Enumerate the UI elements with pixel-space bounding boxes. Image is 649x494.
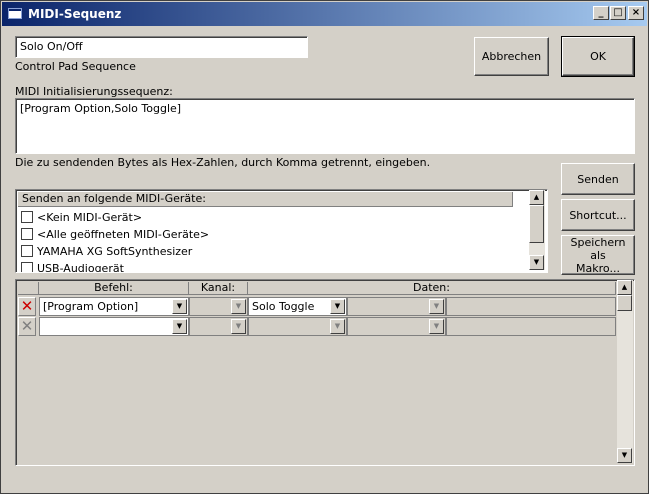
row-delete-icon[interactable]: ✕ <box>18 297 36 316</box>
chevron-down-icon: ▼ <box>429 299 444 314</box>
shortcut-button[interactable]: Shortcut... <box>561 199 635 231</box>
device-checkbox[interactable] <box>21 211 33 223</box>
init-sequence-label: MIDI Initialisierungssequenz: <box>15 85 173 98</box>
device-checkbox[interactable] <box>21 228 33 240</box>
device-list-header: Senden an folgende MIDI-Geräte: <box>18 192 513 207</box>
device-label: <Kein MIDI-Gerät> <box>37 211 143 224</box>
hex-hint-text: Die zu sendenden Bytes als Hex-Zahlen, d… <box>15 156 431 169</box>
minimize-button[interactable]: _ <box>593 6 609 20</box>
sequence-name-value: Solo On/Off <box>20 40 83 53</box>
chevron-down-icon[interactable]: ▼ <box>172 299 187 314</box>
chevron-down-icon[interactable]: ▼ <box>330 299 345 314</box>
chevron-down-icon: ▼ <box>231 319 246 334</box>
scroll-up-arrow-icon[interactable]: ▲ <box>617 280 632 295</box>
cancel-button[interactable]: Abbrechen <box>474 37 549 76</box>
close-button[interactable]: × <box>628 6 644 20</box>
column-header-command[interactable]: Befehl: <box>39 282 189 295</box>
save-as-macro-label-line2: Makro... <box>576 261 620 275</box>
window-icon <box>8 8 22 19</box>
chevron-down-icon: ▼ <box>429 319 444 334</box>
channel-dropdown: ▼ <box>189 297 248 316</box>
data-value-1: Solo Toggle <box>252 300 315 313</box>
save-as-macro-button[interactable]: Speichern als Makro... <box>561 235 635 275</box>
data-dropdown-1: ▼ <box>248 317 347 336</box>
column-header-channel[interactable]: Kanal: <box>189 282 248 295</box>
data-dropdown-2: ▼ <box>347 317 446 336</box>
title-bar[interactable]: MIDI-Sequenz _ □ × <box>2 2 647 26</box>
data-field-3 <box>446 317 616 336</box>
command-grid[interactable]: Befehl: Kanal: Daten: ✕ [Program Option]… <box>15 279 635 466</box>
grid-corner-header <box>18 282 39 295</box>
scroll-down-arrow-icon[interactable]: ▼ <box>529 255 544 270</box>
midi-device-list[interactable]: Senden an folgende MIDI-Geräte: <Kein MI… <box>15 189 548 273</box>
data-field-3 <box>446 297 616 316</box>
chevron-down-icon: ▼ <box>330 319 345 334</box>
device-item-yamaha[interactable]: YAMAHA XG SoftSynthesizer <box>21 245 192 261</box>
column-header-data[interactable]: Daten: <box>248 282 616 295</box>
command-dropdown[interactable]: [Program Option] ▼ <box>39 297 189 316</box>
scroll-thumb[interactable] <box>617 295 632 311</box>
ok-button[interactable]: OK <box>561 36 635 77</box>
channel-dropdown: ▼ <box>189 317 248 336</box>
init-sequence-value: [Program Option,Solo Toggle] <box>20 102 182 115</box>
chevron-down-icon: ▼ <box>231 299 246 314</box>
init-sequence-textarea[interactable]: [Program Option,Solo Toggle] <box>15 98 635 154</box>
device-label: <Alle geöffneten MIDI-Geräte> <box>37 228 210 241</box>
command-value: [Program Option] <box>43 300 139 313</box>
scroll-thumb[interactable] <box>529 205 544 243</box>
send-button[interactable]: Senden <box>561 163 635 195</box>
sequence-name-input[interactable]: Solo On/Off <box>15 36 308 58</box>
device-item-usb-audio[interactable]: USB-Audiogerät <box>21 262 124 273</box>
midi-sequence-dialog: MIDI-Sequenz _ □ × Solo On/Off Control P… <box>0 0 649 494</box>
maximize-button[interactable]: □ <box>610 6 626 20</box>
grid-scrollbar[interactable]: ▲ ▼ <box>617 280 633 463</box>
scroll-up-arrow-icon[interactable]: ▲ <box>529 190 544 205</box>
window-title: MIDI-Sequenz <box>28 7 122 21</box>
device-item-all-open[interactable]: <Alle geöffneten MIDI-Geräte> <box>21 228 209 244</box>
row-delete-icon[interactable]: ✕ <box>18 317 36 336</box>
chevron-down-icon[interactable]: ▼ <box>172 319 187 334</box>
device-label: YAMAHA XG SoftSynthesizer <box>37 245 193 258</box>
device-list-scrollbar[interactable]: ▲ ▼ <box>529 190 545 270</box>
save-as-macro-label-line1: Speichern als <box>570 235 626 262</box>
data-dropdown-1[interactable]: Solo Toggle ▼ <box>248 297 347 316</box>
device-item-none[interactable]: <Kein MIDI-Gerät> <box>21 211 142 227</box>
device-checkbox[interactable] <box>21 262 33 272</box>
device-checkbox[interactable] <box>21 245 33 257</box>
scroll-down-arrow-icon[interactable]: ▼ <box>617 448 632 463</box>
device-label: USB-Audiogerät <box>37 262 124 273</box>
data-dropdown-2: ▼ <box>347 297 446 316</box>
sequence-name-caption: Control Pad Sequence <box>15 60 136 73</box>
command-dropdown[interactable]: ▼ <box>39 317 189 336</box>
